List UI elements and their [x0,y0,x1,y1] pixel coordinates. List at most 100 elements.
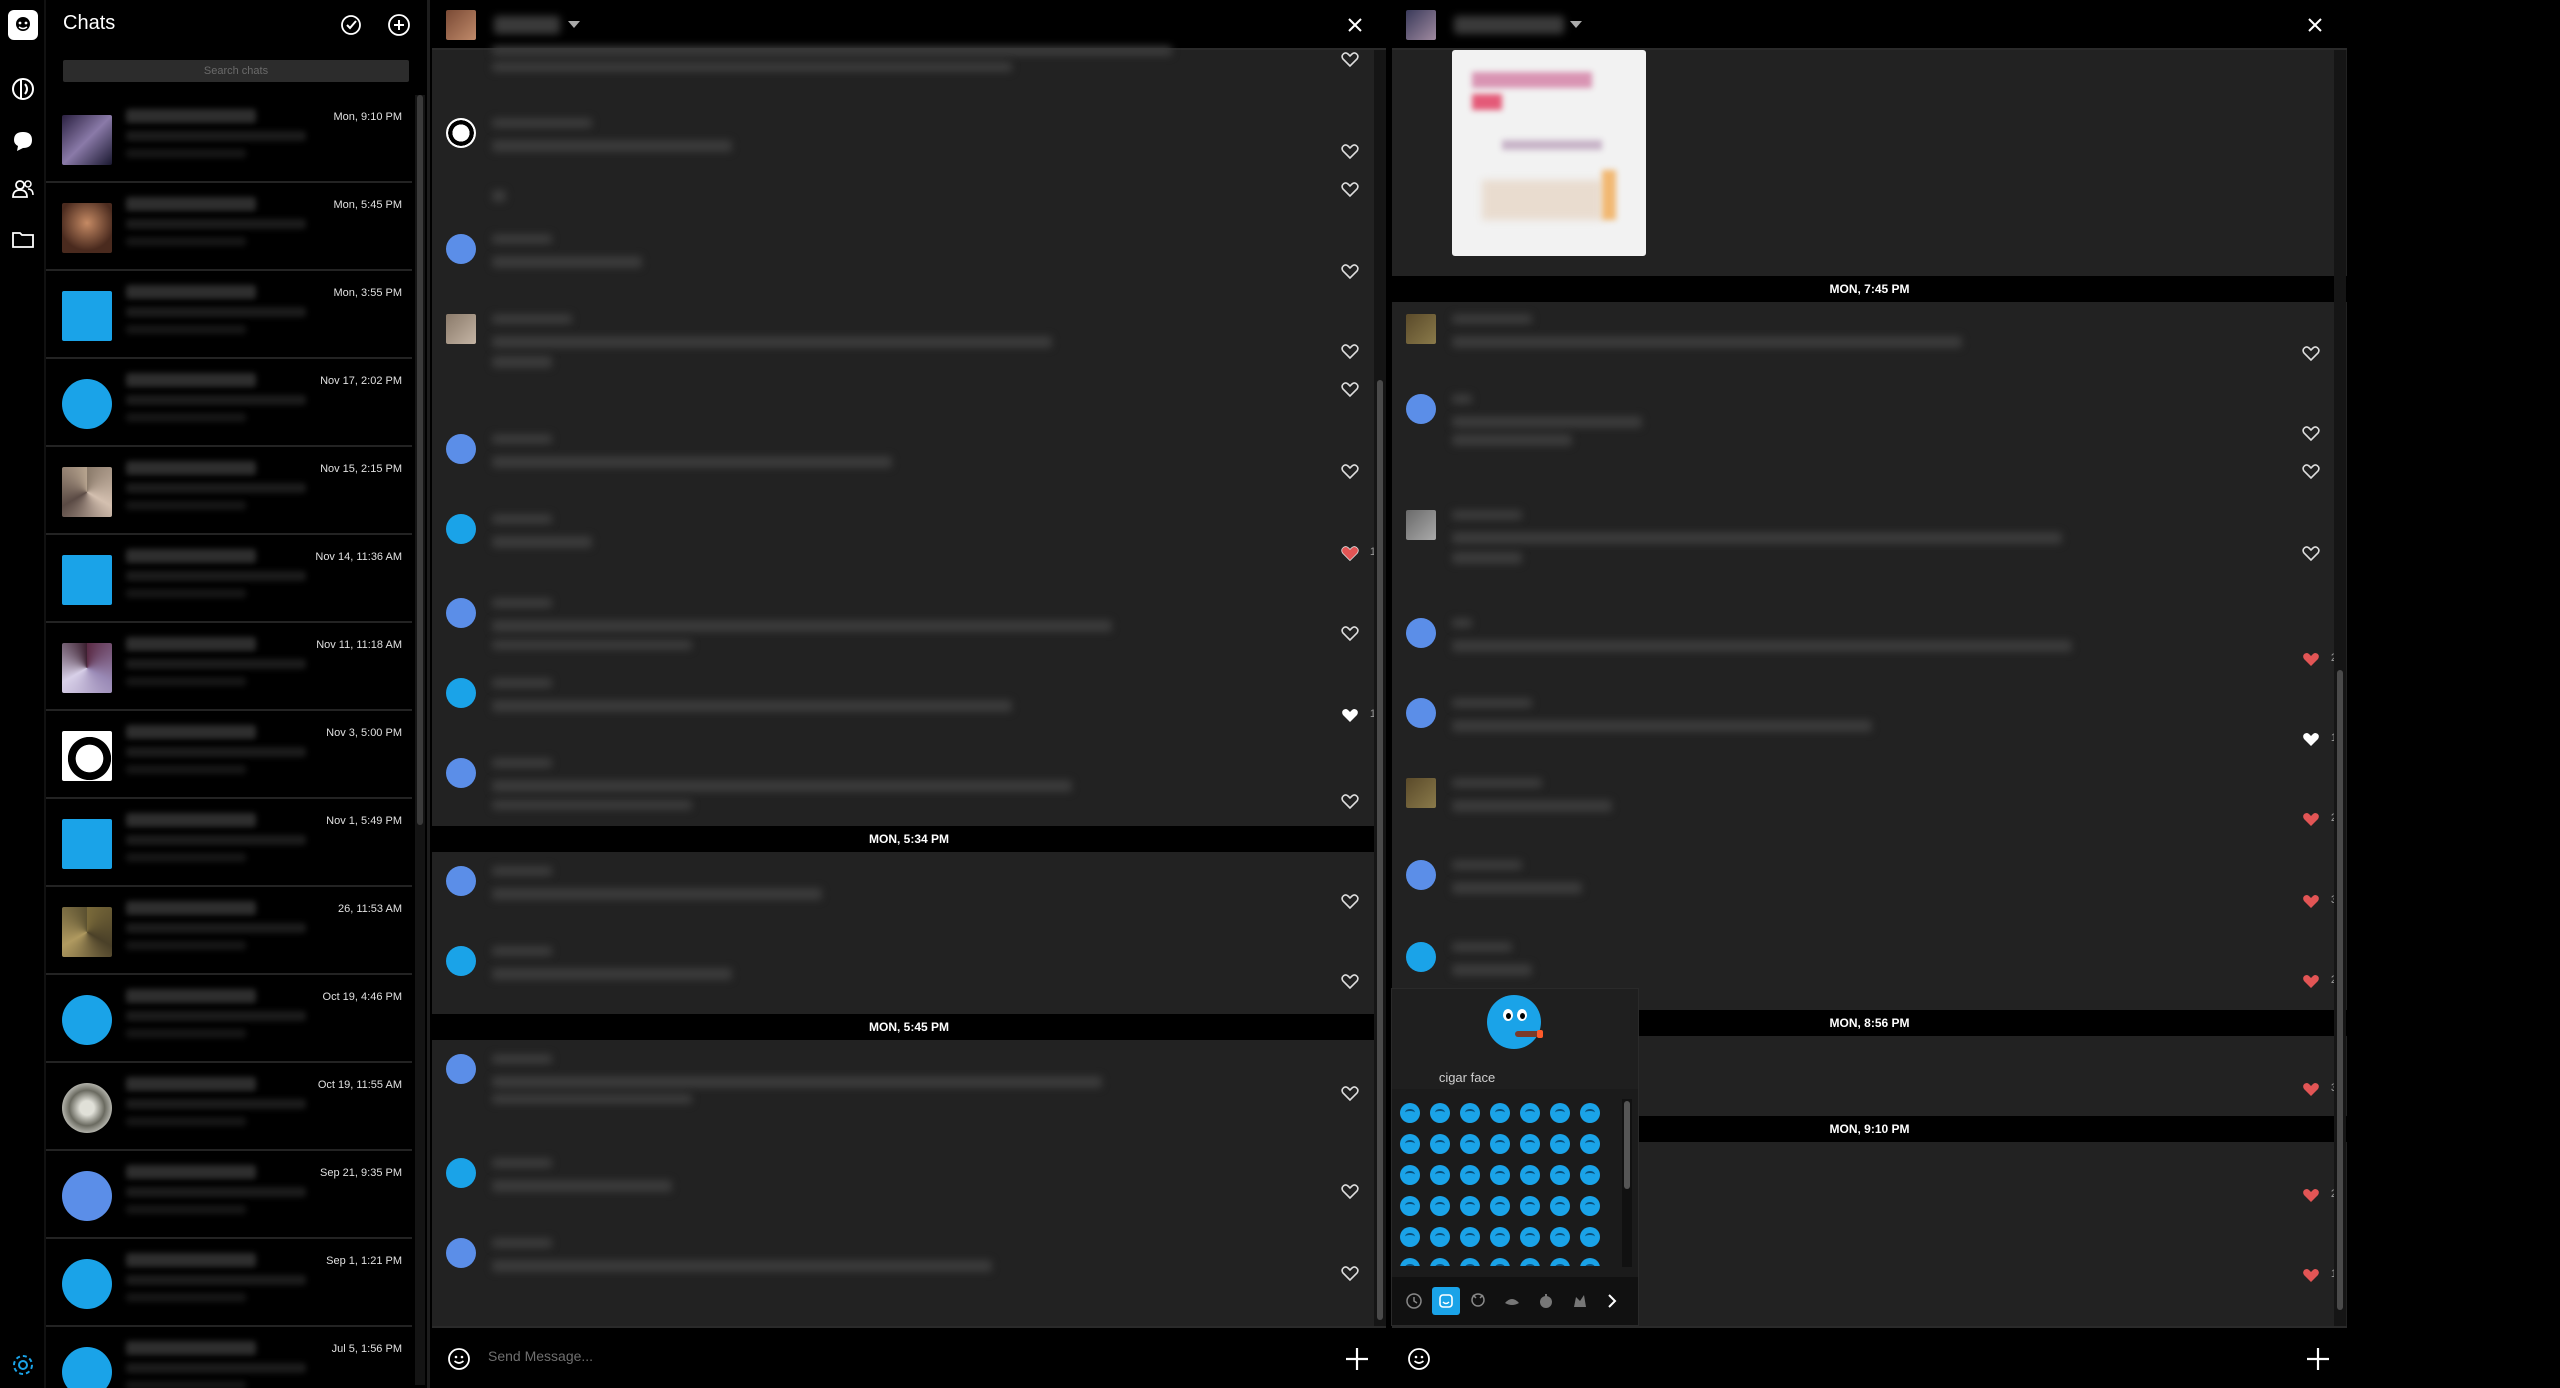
emoji-icon[interactable] [1550,1103,1570,1123]
emoji-icon[interactable] [1406,1346,1432,1372]
chevron-down-icon[interactable] [1570,21,1582,28]
contacts-icon[interactable] [8,174,38,204]
emoji-icon[interactable] [1490,1227,1510,1247]
heart-icon[interactable] [1340,380,1360,398]
pane2-title[interactable] [1454,16,1564,34]
heart-icon[interactable] [1340,180,1360,198]
new-chat-icon[interactable] [386,12,412,38]
heart-icon[interactable] [1340,972,1360,990]
settings-icon[interactable] [8,1350,38,1380]
chats-icon[interactable] [8,126,38,156]
heart-icon[interactable] [2301,344,2321,362]
emoji-icon[interactable] [1400,1103,1420,1123]
emoji-icon[interactable] [1520,1165,1540,1185]
emoji-icon[interactable] [446,1346,472,1372]
heart-icon[interactable] [1340,1182,1360,1200]
emoji-icon[interactable] [1400,1165,1420,1185]
add-attachment-icon[interactable] [2303,1344,2333,1374]
heart-icon[interactable] [1340,50,1360,68]
heart-icon[interactable] [2301,424,2321,442]
chat-list-item[interactable]: Oct 19, 4:46 PM [46,975,412,1063]
chat-list-item[interactable]: Nov 14, 11:36 AM [46,535,412,623]
emoji-icon[interactable] [1490,1258,1510,1266]
liked-heart-icon[interactable] [2301,1080,2321,1098]
chat-list-item[interactable]: Nov 15, 2:15 PM [46,447,412,535]
heart-icon[interactable] [2301,462,2321,480]
emoji-icon[interactable] [1520,1227,1540,1247]
emoji-icon[interactable] [1400,1196,1420,1216]
emoji-icon[interactable] [1400,1258,1420,1266]
recent-icon[interactable] [1400,1287,1428,1315]
emoji-icon[interactable] [1580,1134,1600,1154]
chat-list-item[interactable]: Nov 3, 5:00 PM [46,711,412,799]
emoji-icon[interactable] [1460,1103,1480,1123]
food-icon[interactable] [1532,1287,1560,1315]
files-icon[interactable] [8,224,38,254]
liked-heart-icon[interactable] [2301,1186,2321,1204]
add-attachment-icon[interactable] [1342,1344,1372,1374]
liked-heart-icon[interactable] [2301,650,2321,668]
pane2-scrollbar[interactable] [2334,50,2346,1326]
emoji-icon[interactable] [1550,1227,1570,1247]
pane2-avatar[interactable] [1406,10,1436,40]
chat-list-item[interactable]: 26, 11:53 AM [46,887,412,975]
emoji-grid-scrollbar[interactable] [1622,1099,1632,1267]
mark-read-icon[interactable] [338,12,364,38]
search-chats-input[interactable]: Search chats [63,60,409,82]
animals-icon[interactable] [1498,1287,1526,1315]
heart-icon[interactable] [1340,624,1360,642]
chat-list-item[interactable]: Sep 21, 9:35 PM [46,1151,412,1239]
heart-icon[interactable] [2301,544,2321,562]
people-icon[interactable] [1464,1287,1492,1315]
liked-heart-icon[interactable] [1340,706,1360,724]
pane1-scrollbar[interactable] [1374,50,1386,1326]
emoji-icon[interactable] [1490,1103,1510,1123]
chat-list-item[interactable]: Mon, 3:55 PM [46,271,412,359]
emoji-icon[interactable] [1460,1258,1480,1266]
close-icon[interactable] [2304,14,2326,36]
smileys-icon[interactable] [1432,1287,1460,1315]
emoji-icon[interactable] [1520,1196,1540,1216]
emoji-icon[interactable] [1520,1258,1540,1266]
emoji-icon[interactable] [1550,1165,1570,1185]
chat-list-scrollbar[interactable] [415,95,425,1385]
heart-icon[interactable] [1340,342,1360,360]
emoji-icon[interactable] [1550,1134,1570,1154]
chevron-down-icon[interactable] [568,21,580,28]
liked-heart-icon[interactable] [2301,1266,2321,1284]
emoji-icon[interactable] [1400,1227,1420,1247]
chat-list-item[interactable]: Sep 1, 1:21 PM [46,1239,412,1327]
emoji-icon[interactable] [1460,1227,1480,1247]
nature-icon[interactable] [1566,1287,1594,1315]
emoji-icon[interactable] [1430,1196,1450,1216]
emoji-icon[interactable] [1550,1258,1570,1266]
emoji-icon[interactable] [1490,1165,1510,1185]
heart-icon[interactable] [1340,892,1360,910]
pane1-avatar[interactable] [446,10,476,40]
emoji-icon[interactable] [1490,1196,1510,1216]
emoji-icon[interactable] [1490,1134,1510,1154]
close-icon[interactable] [1344,14,1366,36]
liked-heart-icon[interactable] [2301,810,2321,828]
heart-icon[interactable] [1340,792,1360,810]
heart-icon[interactable] [1340,262,1360,280]
emoji-icon[interactable] [1460,1134,1480,1154]
emoji-icon[interactable] [1580,1165,1600,1185]
emoji-icon[interactable] [1430,1103,1450,1123]
next-icon[interactable] [1602,1287,1622,1315]
emoji-icon[interactable] [1430,1227,1450,1247]
stories-icon[interactable] [8,74,38,104]
heart-icon[interactable] [1340,1264,1360,1282]
liked-heart-icon[interactable] [2301,730,2321,748]
emoji-icon[interactable] [1430,1134,1450,1154]
heart-icon[interactable] [1340,462,1360,480]
emoji-icon[interactable] [1460,1165,1480,1185]
emoji-icon[interactable] [1580,1227,1600,1247]
emoji-icon[interactable] [1400,1134,1420,1154]
app-logo-icon[interactable] [8,10,38,40]
emoji-icon[interactable] [1430,1258,1450,1266]
chat-list-item[interactable]: Nov 11, 11:18 AM [46,623,412,711]
chat-list-item[interactable]: Mon, 9:10 PM [46,95,412,183]
heart-icon[interactable] [1340,142,1360,160]
emoji-icon[interactable] [1460,1196,1480,1216]
